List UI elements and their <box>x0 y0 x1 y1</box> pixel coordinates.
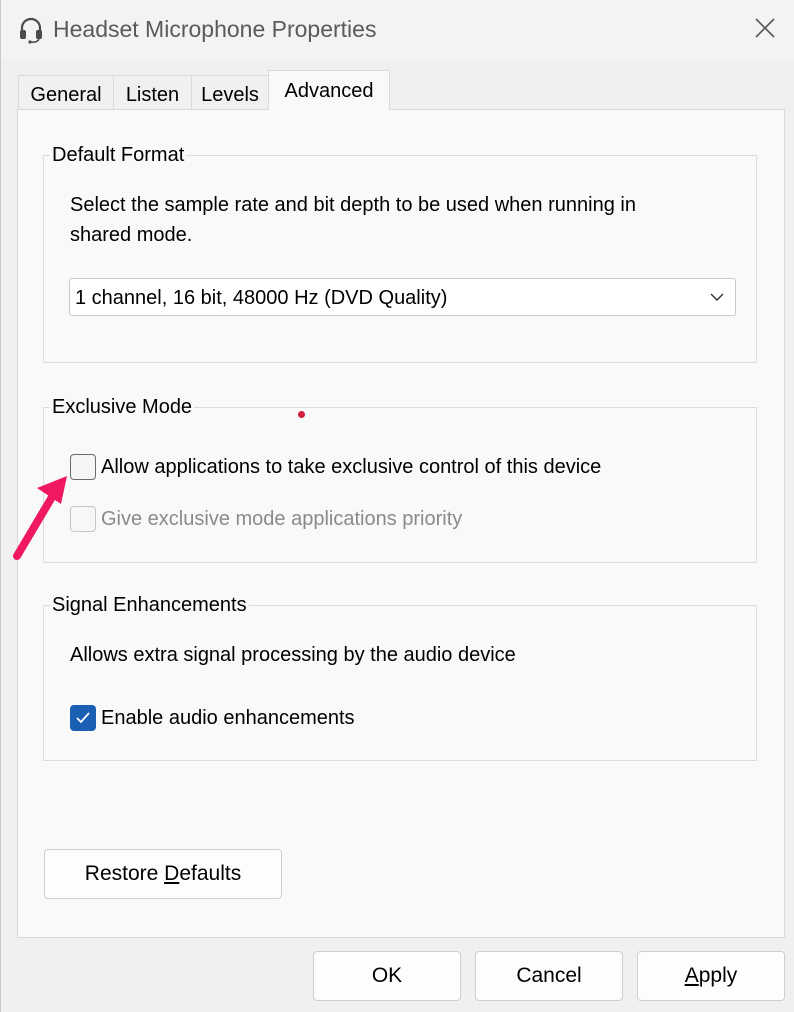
enable-enhancements-label[interactable]: Enable audio enhancements <box>101 703 355 733</box>
enable-enhancements-checkbox[interactable] <box>70 705 96 731</box>
exclusive-mode-group <box>43 407 757 563</box>
signal-enhancements-group <box>43 605 757 761</box>
tab-general[interactable]: General <box>18 75 114 109</box>
default-format-description-cont: shared mode. <box>70 224 193 246</box>
format-dropdown[interactable]: 1 channel, 16 bit, 48000 Hz (DVD Quality… <box>69 278 736 316</box>
default-format-label: Default Format <box>50 144 187 167</box>
annotation-dot <box>298 411 305 418</box>
format-dropdown-value: 1 channel, 16 bit, 48000 Hz (DVD Quality… <box>75 287 448 309</box>
allow-exclusive-checkbox[interactable] <box>70 454 96 480</box>
apply-label-suffix: pply <box>698 964 738 987</box>
properties-dialog: Headset Microphone Properties General Li… <box>0 0 794 1012</box>
exclusive-mode-label: Exclusive Mode <box>50 396 195 419</box>
tab-label: Listen <box>125 84 180 106</box>
signal-enhancements-description: Allows extra signal processing by the au… <box>70 644 516 666</box>
signal-enhancements-label: Signal Enhancements <box>50 594 249 617</box>
tab-label: General <box>30 84 102 106</box>
ok-label: OK <box>371 964 403 987</box>
restore-label-prefix: Restore <box>84 862 165 885</box>
headset-icon <box>20 17 42 44</box>
checkmark-icon <box>76 712 90 724</box>
tab-label: Advanced <box>284 80 374 102</box>
allow-exclusive-label[interactable]: Allow applications to take exclusive con… <box>101 452 601 482</box>
title-bar: Headset Microphone Properties <box>1 0 794 60</box>
annotation-arrow-icon <box>13 476 67 560</box>
priority-label: Give exclusive mode applications priorit… <box>101 508 463 530</box>
chevron-down-icon <box>710 293 724 301</box>
priority-checkbox <box>70 506 96 532</box>
window-title: Headset Microphone Properties <box>53 16 377 42</box>
close-icon[interactable] <box>745 12 785 48</box>
tab-advanced[interactable]: Advanced <box>268 70 390 110</box>
cancel-label: Cancel <box>516 964 582 987</box>
tab-listen[interactable]: Listen <box>113 75 192 109</box>
apply-label-accel: A <box>684 964 699 987</box>
tab-levels[interactable]: Levels <box>191 75 269 109</box>
apply-button[interactable]: Apply <box>637 951 785 1001</box>
tab-label: Levels <box>201 84 259 106</box>
default-format-description: Select the sample rate and bit depth to … <box>70 194 636 216</box>
ok-button[interactable]: OK <box>313 951 461 1001</box>
default-format-group <box>43 155 757 363</box>
restore-label-suffix: efaults <box>179 862 242 885</box>
cancel-button[interactable]: Cancel <box>475 951 623 1001</box>
restore-defaults-button[interactable]: Restore Defaults <box>44 849 282 899</box>
restore-label-accel: D <box>164 862 180 885</box>
